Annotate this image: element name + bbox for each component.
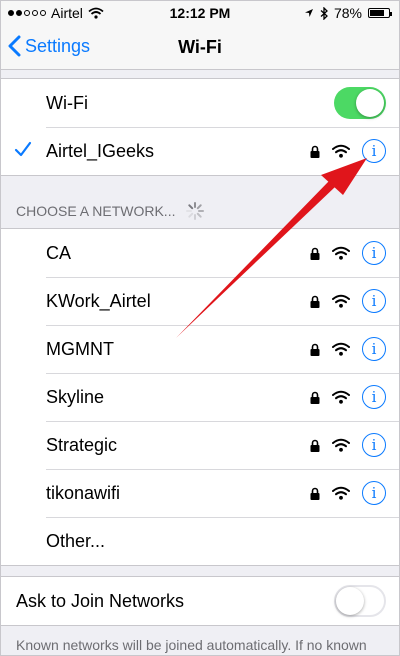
annotation-arrow: [176, 158, 367, 338]
